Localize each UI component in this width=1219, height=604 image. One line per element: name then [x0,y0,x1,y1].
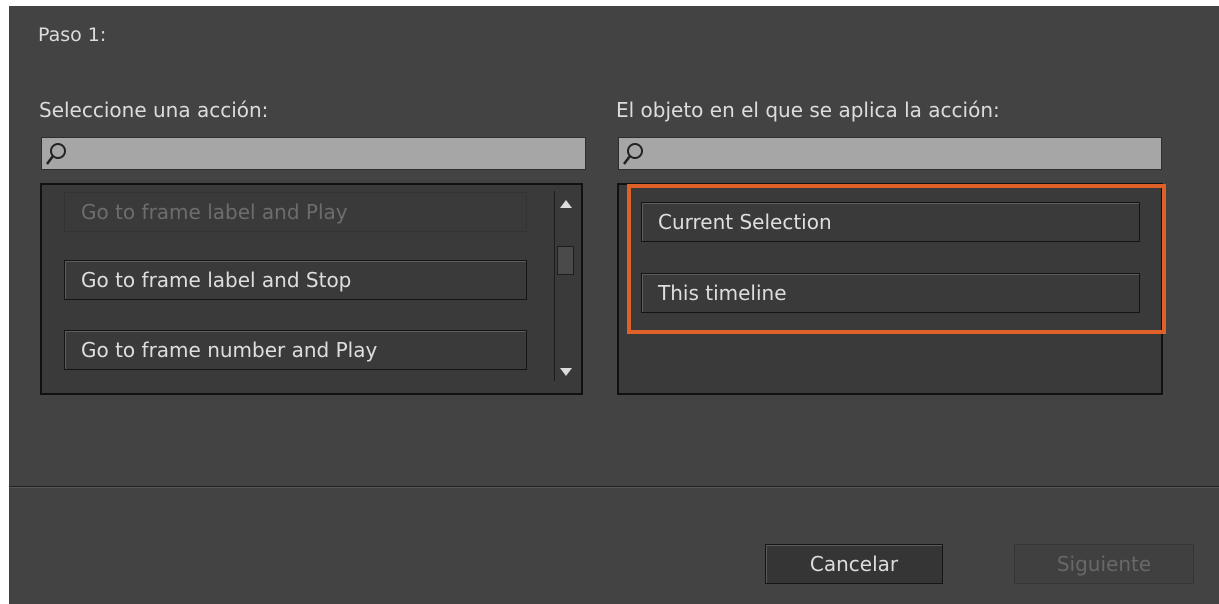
highlight-box [627,184,1166,334]
cancel-button[interactable]: Cancelar [765,544,943,584]
actions-list: Go to frame label and Play Go to frame l… [40,183,583,395]
targets-search-input[interactable] [618,137,1162,170]
footer-divider [9,486,1219,488]
actions-label: Seleccione una acción: [39,98,269,122]
action-item-go-to-frame-label-and-stop[interactable]: Go to frame label and Stop [64,260,527,300]
scroll-down-arrow-icon[interactable] [560,368,572,376]
search-icon [46,143,66,165]
targets-label: El objeto en el que se aplica la acción: [616,98,1000,122]
scroll-up-arrow-icon[interactable] [560,200,572,208]
action-item-go-to-frame-label-and-play: Go to frame label and Play [64,192,527,232]
actions-search-input[interactable] [41,137,586,170]
search-icon [623,143,643,165]
action-item-go-to-frame-number-and-play[interactable]: Go to frame number and Play [64,330,527,370]
action-wizard-dialog: Paso 1: Seleccione una acción: Go to fra… [9,6,1219,604]
step-label: Paso 1: [38,24,107,46]
scroll-thumb[interactable] [557,246,574,275]
next-button[interactable]: Siguiente [1014,544,1194,584]
actions-scrollbar[interactable] [554,191,575,381]
